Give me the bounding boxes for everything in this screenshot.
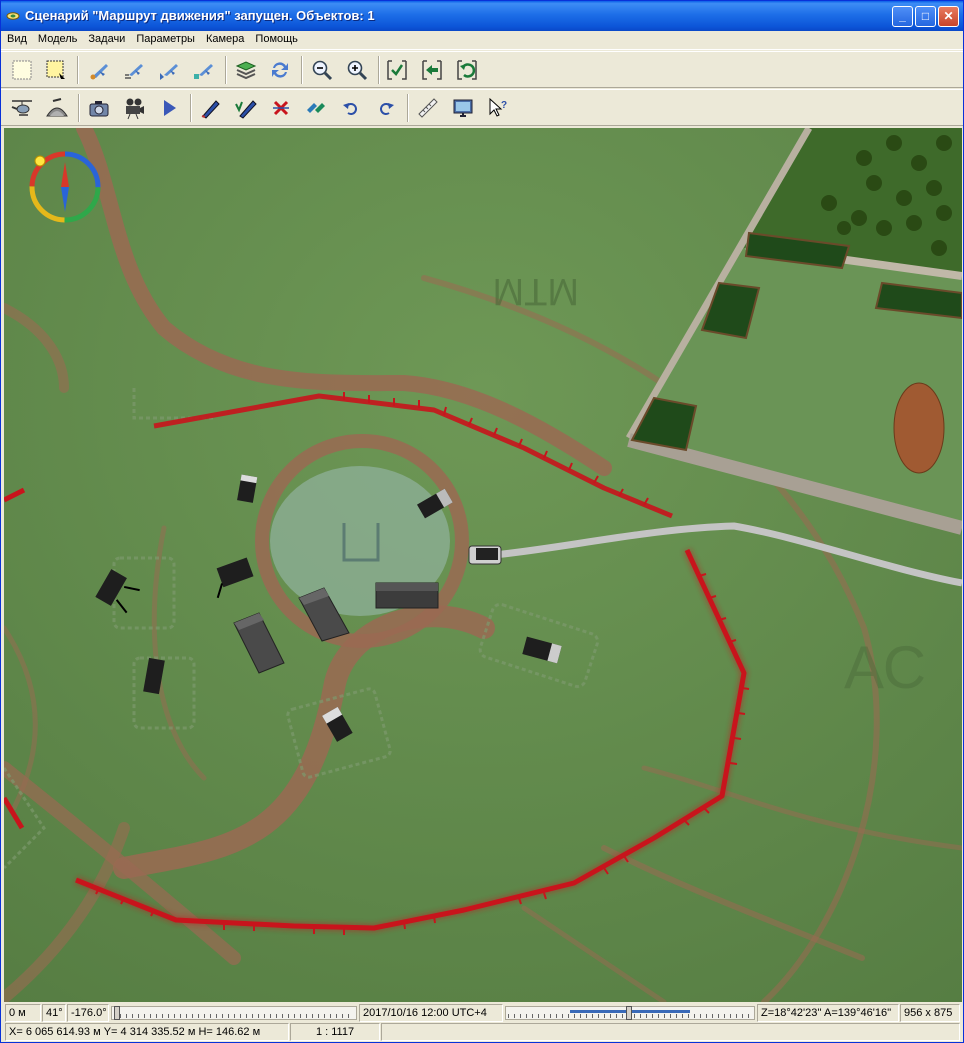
sun-icon [34, 155, 46, 167]
window-title: Сценарий "Маршрут движения" запущен. Объ… [25, 8, 375, 23]
title-bar[interactable]: Сценарий "Маршрут движения" запущен. Объ… [1, 1, 963, 31]
menu-parameters[interactable]: Параметры [130, 31, 200, 45]
aircraft-route-button[interactable] [155, 56, 183, 84]
camera-angle-readout: Z=18°42'23'' A=139°46'16'' [757, 1004, 899, 1022]
select-rect-button[interactable] [8, 56, 36, 84]
helicopter-button[interactable] [8, 94, 36, 122]
menu-help[interactable]: Помощь [249, 31, 303, 45]
select-area-icon [46, 60, 65, 79]
status-bar-top: 0 м 41° -176.0° 2017/10/16 12:00 UTC+4 Z… [1, 1003, 963, 1023]
undo-button[interactable] [337, 94, 365, 122]
menu-bar: Вид Модель Задачи Параметры Камера Помощь [1, 31, 963, 50]
swap-icon [307, 103, 325, 113]
check-frame-button[interactable] [383, 56, 411, 84]
resolution-readout: 956 x 875 [900, 1004, 960, 1022]
pen-edit-button[interactable] [232, 94, 260, 122]
menu-camera[interactable]: Камера [200, 31, 249, 45]
zoom-out-button[interactable] [308, 56, 336, 84]
app-icon [6, 12, 20, 20]
back-arrow-icon [422, 60, 442, 80]
aircraft-group-icon [125, 64, 143, 79]
map-label: МТМ [492, 270, 579, 312]
delete-icon [273, 100, 289, 116]
undo-frame-button[interactable] [453, 56, 481, 84]
delete-button[interactable] [267, 94, 295, 122]
aircraft-formation-icon [194, 64, 213, 79]
zoom-in-icon [347, 60, 368, 81]
heading-readout: -176.0° [67, 1004, 109, 1022]
play-button[interactable] [155, 94, 183, 122]
aircraft-group-button[interactable] [120, 56, 148, 84]
aircraft-add-icon [90, 64, 108, 80]
map-label-partial: АС [844, 634, 926, 701]
aircraft-add-button[interactable] [85, 56, 113, 84]
base-icon [46, 98, 68, 117]
main-window: Сценарий "Маршрут движения" запущен. Объ… [0, 0, 964, 1043]
aircraft-formation-button[interactable] [190, 56, 218, 84]
swap-button[interactable] [302, 94, 330, 122]
terrain-scene[interactable]: МТМ АС [4, 128, 962, 1002]
datetime-readout: 2017/10/16 12:00 UTC+4 [359, 1004, 503, 1022]
camera-button[interactable] [85, 94, 113, 122]
menu-tasks[interactable]: Задачи [82, 31, 130, 45]
help-pointer-button[interactable]: ? [484, 94, 512, 122]
refresh-button[interactable] [266, 56, 294, 84]
close-button[interactable]: ✕ [938, 6, 959, 27]
time-slider[interactable] [505, 1006, 755, 1020]
helicopter-icon [11, 100, 32, 116]
angle-readout: 41° [42, 1004, 66, 1022]
redo-icon [380, 103, 394, 115]
scale-readout: 1 : 1117 [290, 1023, 380, 1041]
select-area-button[interactable] [42, 56, 70, 84]
ruler-button[interactable] [414, 94, 442, 122]
distance-readout: 0 м [5, 1004, 41, 1022]
monitor-button[interactable] [449, 94, 477, 122]
layers-button[interactable] [232, 56, 260, 84]
status-bar-bottom: X= 6 065 614.93 м Y= 4 314 335.52 м H= 1… [1, 1022, 963, 1042]
svg-text:?: ? [501, 100, 507, 111]
zoom-out-icon [312, 60, 333, 81]
undo-icon [343, 103, 357, 115]
zoom-in-button[interactable] [343, 56, 371, 84]
route-vehicle[interactable] [468, 545, 502, 565]
monitor-icon [453, 99, 473, 117]
pen-icon [201, 100, 220, 119]
check-frame-icon [387, 60, 407, 80]
video-camera-button[interactable] [120, 94, 148, 122]
secondary-toolbar: ? [1, 89, 963, 126]
ruler-icon [418, 98, 438, 118]
status-empty [381, 1023, 960, 1041]
video-camera-icon [126, 98, 144, 120]
select-rect-icon [12, 60, 32, 80]
undo-frame-icon [457, 60, 477, 80]
aircraft-route-icon [160, 64, 178, 80]
minimize-button[interactable]: _ [892, 6, 913, 27]
play-icon [164, 100, 176, 116]
camera-icon [89, 101, 109, 117]
refresh-icon [272, 62, 288, 78]
storage-tank[interactable] [893, 382, 945, 474]
redo-button[interactable] [372, 94, 400, 122]
back-arrow-button[interactable] [418, 56, 446, 84]
layers-icon [235, 61, 257, 80]
map-viewport[interactable]: МТМ АС [4, 128, 962, 1002]
coordinates-readout: X= 6 065 614.93 м Y= 4 314 335.52 м H= 1… [5, 1023, 289, 1041]
base-button[interactable] [43, 94, 71, 122]
main-toolbar [1, 51, 963, 88]
help-pointer-icon: ? [489, 97, 507, 117]
menu-view[interactable]: Вид [1, 31, 32, 45]
menu-model[interactable]: Модель [32, 31, 82, 45]
pen-edit-icon [235, 100, 257, 119]
pen-button[interactable] [197, 94, 225, 122]
maximize-button[interactable]: □ [915, 6, 936, 27]
heading-slider[interactable] [111, 1006, 357, 1020]
